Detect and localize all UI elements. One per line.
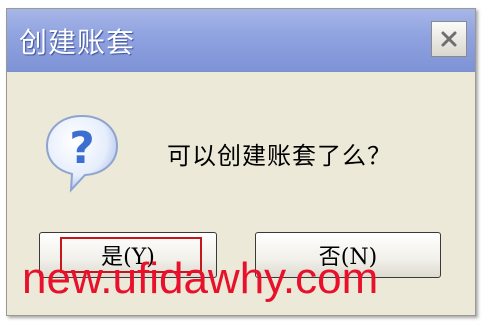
dialog-message: 可以创建账套了么？ — [167, 142, 392, 170]
close-icon — [441, 31, 457, 47]
dialog-title: 创建账套 — [19, 26, 136, 59]
watermark-text: new.ufidawhy.com — [22, 254, 379, 303]
svg-text:?: ? — [69, 123, 95, 174]
close-button[interactable] — [431, 21, 467, 57]
question-icon: ? — [41, 112, 123, 198]
title-bar[interactable]: 创建账套 — [7, 9, 475, 72]
